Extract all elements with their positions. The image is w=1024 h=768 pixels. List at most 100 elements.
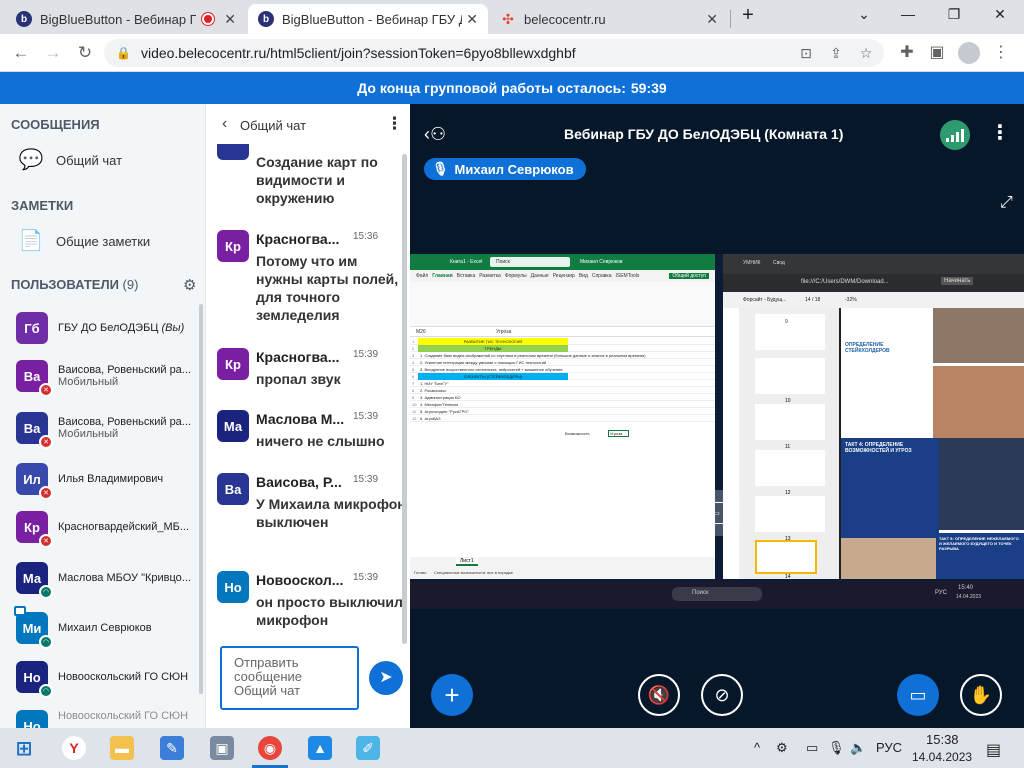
tray-app-icon[interactable]: ⚙ <box>776 740 788 756</box>
belecocentr-icon: ✣ <box>502 10 514 27</box>
chat-scrollbar[interactable] <box>402 154 407 644</box>
notifications-icon[interactable]: ▤ <box>986 740 1001 760</box>
keyboard-language[interactable]: РУС <box>876 740 902 755</box>
excel-row: 2 ТРЕНДЫ <box>410 345 715 352</box>
avatar: Ми ◠ <box>16 612 53 649</box>
notepad-icon[interactable]: ✐ <box>356 736 380 760</box>
remote-desktop-icon[interactable]: ▣ <box>210 736 234 760</box>
excel-cell: 2. Усиление интеграции между умными с по… <box>420 360 547 365</box>
close-icon[interactable]: ✕ <box>224 11 236 28</box>
excel-row: 3 1. Создание банк видео-изображений со с… <box>410 352 715 359</box>
pdf-viewer-window: УМНИК Свод file:///C:/Users/DWM/Download… <box>723 254 1024 580</box>
chat-header: ‹ Общий чат ⋮ <box>206 112 411 140</box>
chat-options-icon[interactable]: ⋮ <box>386 114 403 134</box>
user-list-toggle-icon[interactable]: ‹⚇ <box>424 124 446 145</box>
share-icon[interactable]: ⇪ <box>826 43 846 63</box>
screenshare-view: Книга1 - Excel Поиск Михаил Севрюков Фай… <box>410 254 1024 609</box>
avatar: Ма <box>217 410 249 442</box>
folder-icon[interactable]: ▬ <box>110 736 134 760</box>
user-item[interactable]: Ва ✕ Ваисова, Ровеньский ра... Мобильный <box>16 408 198 449</box>
avatar: Ва ✕ <box>16 412 53 449</box>
user-item[interactable]: Ма ◠ Маслова МБОУ "Кривцо... <box>16 558 198 599</box>
reload-icon[interactable]: ↻ <box>74 42 96 64</box>
close-window-icon[interactable]: ✕ <box>988 6 1012 26</box>
tab-search-icon[interactable]: ⌄ <box>852 6 876 26</box>
raise-hand-button[interactable]: ✋ <box>960 674 1002 716</box>
excel-titlebar: Книга1 - Excel Поиск Михаил Севрюков <box>410 254 715 270</box>
message-text: ничего не слышно <box>256 433 385 449</box>
back-icon[interactable]: ← <box>10 42 32 64</box>
close-icon[interactable]: ✕ <box>466 11 478 28</box>
pdf-address: file:///C:/Users/DWM/Download... Начинат… <box>723 274 1024 292</box>
tray-chevron-icon[interactable]: ^ <box>754 740 760 755</box>
user-item[interactable]: Ми ◠ Михаил Севрюков <box>16 608 198 649</box>
minimize-icon[interactable]: — <box>896 6 920 26</box>
address-bar: ← → ↻ 🔒 video.belecocentr.ru/html5client… <box>0 34 1024 72</box>
close-icon[interactable]: ✕ <box>706 11 718 28</box>
fullscreen-icon[interactable]: ⤢ <box>1000 194 1013 212</box>
user-item[interactable]: Гб ГБУ ДО БелОДЭБЦ (Вы) <box>16 308 198 348</box>
star-icon[interactable]: ☆ <box>856 43 876 63</box>
browser-tab-1[interactable]: b BigBlueButton - Вебинар ГБ ✕ <box>6 4 246 34</box>
network-icon[interactable]: ▭ <box>806 740 818 756</box>
recording-icon <box>202 13 215 25</box>
profile-avatar[interactable] <box>958 42 980 64</box>
camera-button[interactable]: ⊘ <box>701 674 743 716</box>
photos-icon[interactable]: ▲ <box>308 736 332 760</box>
user-name: Михаил Севрюков <box>58 622 152 634</box>
shared-notes-item[interactable]: 📄 Общие заметки <box>18 228 151 254</box>
browser-tab-3[interactable]: ✣ belecocentr.ru ✕ <box>490 4 728 34</box>
volume-icon[interactable]: 🔈 <box>850 740 866 756</box>
opportunity-cell: Возможность <box>565 431 590 436</box>
public-chat-item[interactable]: 💬 Общий чат <box>18 147 123 173</box>
users-header-label: ПОЛЬЗОВАТЕЛИ <box>11 277 119 292</box>
user-item[interactable]: Но Новооскольский ГО СЮН <box>16 710 198 728</box>
user-list-scrollbar[interactable] <box>199 304 203 694</box>
user-name: ГБУ ДО БелОДЭБЦ (Вы) <box>58 322 185 334</box>
chat-title[interactable]: Общий чат <box>240 118 306 133</box>
sidepanel-icon[interactable]: ▣ <box>926 42 948 64</box>
user-item[interactable]: Кр ✕ Красногвардейский_МБ... <box>16 507 198 548</box>
connection-status-icon[interactable] <box>940 120 970 150</box>
excel-cell: 3. Администрация БО <box>420 395 461 400</box>
restore-icon[interactable]: ❐ <box>942 6 966 26</box>
screenshare-overlay-button[interactable]: ▭ <box>694 490 740 536</box>
user-item[interactable]: Ва ✕ Ваисова, Ровеньский ра... Мобильный <box>16 356 198 397</box>
browser-tab-2[interactable]: b BigBlueButton - Вебинар ГБУ Д ✕ <box>248 4 488 34</box>
audio-button[interactable]: 🔇 <box>638 674 680 716</box>
mic-tray-icon[interactable]: 🎙 <box>828 740 845 756</box>
clock-date[interactable]: 14.04.2023 <box>912 750 972 764</box>
pdf-sidebar <box>723 308 739 579</box>
yandex-icon[interactable]: Y <box>62 736 86 760</box>
user-item[interactable]: Но ◠ Новооскольский ГО СЮН <box>16 657 198 698</box>
add-action-button[interactable]: + <box>431 674 473 716</box>
options-icon[interactable]: ⋮ <box>990 120 1010 145</box>
chat-message-input[interactable]: Отправить сообщение Общий чат <box>220 646 359 710</box>
send-button[interactable]: ➤ <box>369 661 403 695</box>
forward-icon[interactable]: → <box>42 42 64 64</box>
avatar: Ма ◠ <box>16 562 53 599</box>
excel-window: Книга1 - Excel Поиск Михаил Севрюков Фай… <box>410 254 715 579</box>
excel-row: 6 СУБЪЕКТЫ (СТЕЙКХОЛДЕРЫ) <box>410 373 715 380</box>
extensions-icon[interactable]: ✚ <box>896 42 918 64</box>
user-name: Новооскольский ГО СЮН <box>58 710 189 722</box>
new-tab-button[interactable]: + <box>736 4 760 26</box>
user-device: Мобильный <box>58 376 119 388</box>
presentation-icon: ▭ <box>706 502 728 524</box>
user-name: Красногвардейский_МБ... <box>58 521 190 533</box>
gear-icon[interactable]: ⚙ <box>183 276 196 294</box>
stage-header: ‹⚇ Вебинар ГБУ ДО БелОДЭБЦ (Комната 1) ⋮… <box>410 104 1024 190</box>
message-sender: Новооскол... <box>256 572 344 588</box>
screenshare-button[interactable]: ▭ <box>897 674 939 716</box>
chrome-icon[interactable]: ◉ <box>258 736 282 760</box>
bbb-icon: b <box>258 11 274 27</box>
meeting-title: Вебинар ГБУ ДО БелОДЭБЦ (Комната 1) <box>564 126 844 142</box>
install-icon[interactable]: ⊡ <box>796 43 816 63</box>
menu-icon[interactable]: ⋮ <box>990 42 1012 64</box>
chevron-left-icon[interactable]: ‹ <box>222 115 227 133</box>
windows-start-icon[interactable]: ⊞ <box>12 736 36 760</box>
paint-icon[interactable]: ✎ <box>160 736 184 760</box>
clock-time[interactable]: 15:38 <box>926 732 959 747</box>
user-item[interactable]: Ил ✕ Илья Владимирович <box>16 459 198 500</box>
url-field[interactable]: 🔒 video.belecocentr.ru/html5client/join?… <box>104 39 884 67</box>
